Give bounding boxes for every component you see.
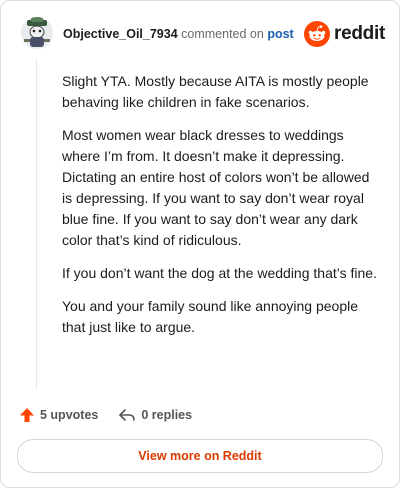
upvotes-button[interactable]: 5 upvotes xyxy=(19,407,98,423)
reddit-snoo-icon xyxy=(304,21,331,47)
replies-button[interactable]: 0 replies xyxy=(118,407,192,423)
avatar-image xyxy=(21,17,53,49)
reddit-comment-embed-card: Objective_Oil_7934 commented on post red… xyxy=(0,0,400,488)
comment-paragraph: You and your family sound like annoying … xyxy=(62,298,359,335)
replies-count: 0 replies xyxy=(141,408,193,422)
comment-footer: 5 upvotes 0 replies xyxy=(19,405,212,425)
comment-paragraph: Slight YTA. Mostly because AITA is mostl… xyxy=(62,73,369,110)
comment-header: Objective_Oil_7934 commented on post red… xyxy=(21,17,385,53)
upvotes-count: 5 upvotes xyxy=(40,408,99,422)
commented-on-text: commented on xyxy=(181,27,264,41)
author-username[interactable]: Objective_Oil_7934 xyxy=(63,27,178,41)
comment-paragraph: If you don’t want the dog at the wedding… xyxy=(62,265,377,281)
upvote-arrow-icon xyxy=(20,408,34,422)
reddit-wordmark: reddit xyxy=(334,23,385,44)
reddit-brand[interactable]: reddit xyxy=(304,20,385,48)
comment-body: Slight YTA. Mostly because AITA is mostl… xyxy=(62,71,380,350)
view-more-on-reddit-button[interactable]: View more on Reddit xyxy=(17,439,383,473)
comment-meta: Objective_Oil_7934 commented on post xyxy=(63,26,294,42)
reply-arrow-icon xyxy=(119,409,136,421)
post-link[interactable]: post xyxy=(267,27,293,41)
comment-paragraph: Most women wear black dresses to wedding… xyxy=(62,127,370,248)
thread-line xyxy=(36,59,37,389)
user-avatar[interactable] xyxy=(21,17,53,49)
